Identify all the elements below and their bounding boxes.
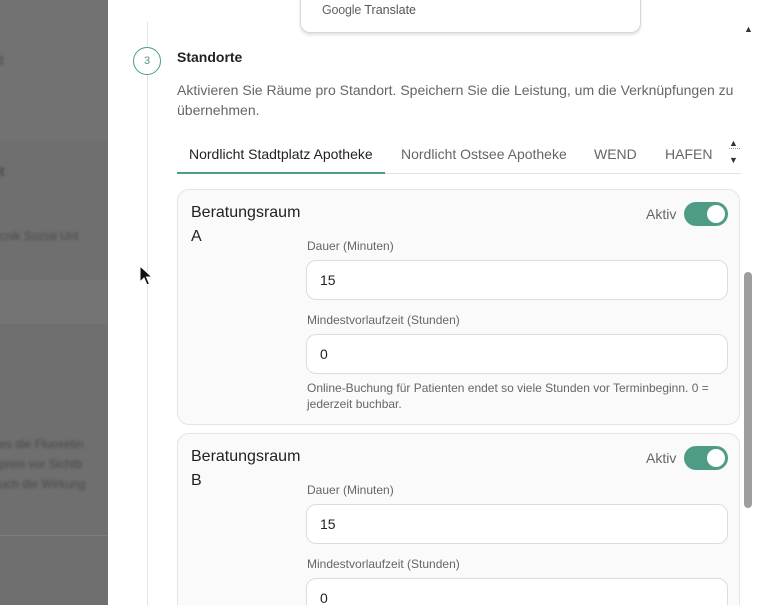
background-block <box>0 280 108 324</box>
location-tabs: Nordlicht Stadtplatz Apotheke Nordlicht … <box>177 137 741 174</box>
scroll-up-icon[interactable]: ▲ <box>729 138 738 148</box>
lead-time-input[interactable]: 0 <box>306 334 728 374</box>
duration-input[interactable]: 15 <box>306 504 728 544</box>
vertical-scrollbar[interactable]: ▲ <box>741 22 755 605</box>
tab-scroll-control[interactable]: ▲ ▼ <box>728 136 742 170</box>
background-overlay[interactable]: ıt ıt ıcnik Sozial Unt ıes die Fluoxetin… <box>0 0 108 605</box>
stepper-line <box>147 22 148 605</box>
active-toggle[interactable] <box>684 446 728 470</box>
room-card: Beratungsraum A Aktiv Dauer (Minuten) 15… <box>177 189 740 425</box>
divider <box>729 148 740 150</box>
service-drawer: Google Translate 3 Standorte Aktivieren … <box>108 0 770 605</box>
duration-input[interactable]: 15 <box>306 260 728 300</box>
section-description: Aktivieren Sie Räume pro Standort. Speic… <box>177 82 734 118</box>
background-text: ıt <box>0 163 5 179</box>
step-number-badge: 3 <box>133 47 161 75</box>
room-name: Beratungsraum B <box>191 448 301 489</box>
toggle-knob <box>707 205 725 223</box>
background-text: ıcnik Sozial Unt <box>0 229 79 243</box>
lead-time-hint: Online-Buchung für Patienten endet so vi… <box>307 381 709 411</box>
room-name: Beratungsraum A <box>191 204 301 245</box>
lead-time-input[interactable]: 0 <box>306 578 728 605</box>
google-translate-widget: Google Translate <box>300 0 641 33</box>
mouse-pointer-icon <box>139 265 153 286</box>
background-text: ıuch die Wirkung <box>0 477 86 491</box>
translate-label: Translate <box>364 3 417 17</box>
google-logo: Google <box>322 3 362 17</box>
active-toggle[interactable] <box>684 202 728 226</box>
toggle-knob <box>707 449 725 467</box>
lead-time-label: Mindestvorlaufzeit (Stunden) <box>307 313 460 327</box>
scrollbar-thumb[interactable] <box>744 272 752 508</box>
section-title: Standorte <box>177 49 243 65</box>
active-label: Aktiv <box>646 206 677 222</box>
duration-label: Dauer (Minuten) <box>307 239 394 253</box>
tab-wend[interactable]: WEND <box>594 137 637 172</box>
background-text: ıpreis vor Sichtb <box>0 457 83 471</box>
scroll-down-icon[interactable]: ▼ <box>729 155 738 165</box>
google-translate-branding: Google Translate <box>322 3 416 17</box>
background-block <box>0 0 108 140</box>
tab-hafen[interactable]: HAFEN <box>665 137 712 172</box>
background-text: ıt <box>0 52 4 68</box>
background-text: ıes die Fluoxetin <box>0 437 84 451</box>
tab-nordlicht-ostsee[interactable]: Nordlicht Ostsee Apotheke <box>401 137 567 172</box>
background-divider <box>0 535 108 536</box>
scroll-up-icon[interactable]: ▲ <box>744 24 753 34</box>
duration-label: Dauer (Minuten) <box>307 483 394 497</box>
tab-nordlicht-stadtplatz[interactable]: Nordlicht Stadtplatz Apotheke <box>177 137 385 174</box>
room-card: Beratungsraum B Aktiv Dauer (Minuten) 15… <box>177 433 740 605</box>
lead-time-label: Mindestvorlaufzeit (Stunden) <box>307 557 460 571</box>
active-label: Aktiv <box>646 450 677 466</box>
